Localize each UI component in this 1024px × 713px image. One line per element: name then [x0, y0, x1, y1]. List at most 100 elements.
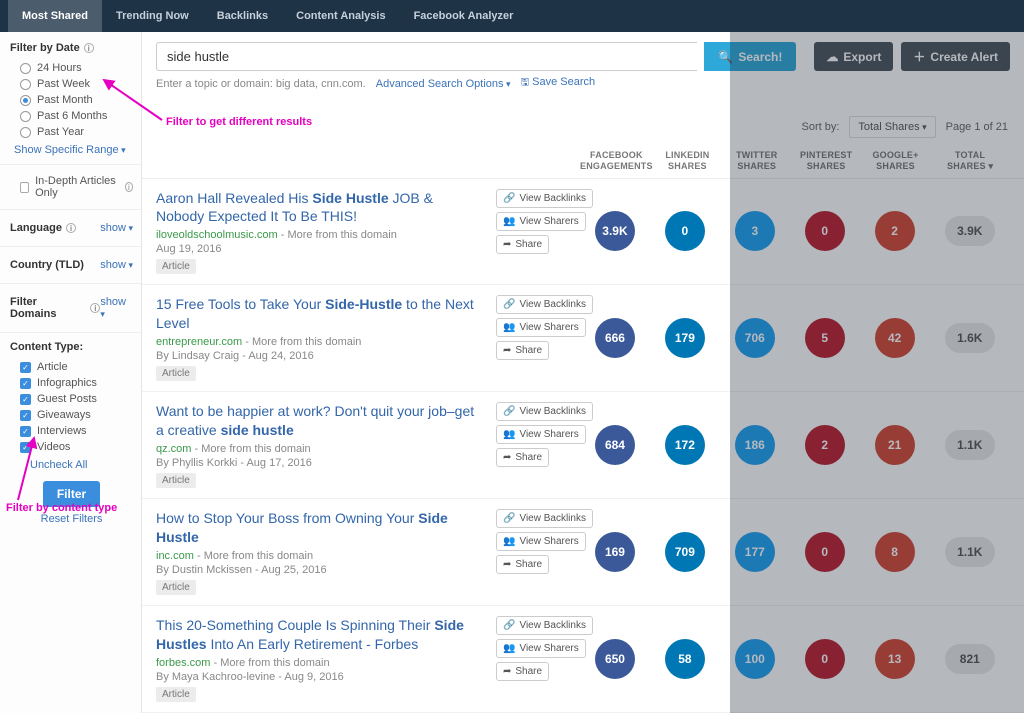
- save-search-link[interactable]: 🖫 Save Search: [521, 75, 596, 92]
- reset-filters[interactable]: Reset Filters: [10, 513, 133, 525]
- total-shares-pill: 1.1K: [945, 430, 995, 460]
- nav-tab-facebook-analyzer[interactable]: Facebook Analyzer: [400, 0, 528, 32]
- pinterest-bubble: 0: [805, 639, 845, 679]
- checkbox-icon: ✓: [20, 378, 31, 389]
- share-button[interactable]: ➦Share: [496, 555, 549, 574]
- share-button[interactable]: ➦Share: [496, 662, 549, 681]
- users-icon: 👥: [503, 536, 515, 547]
- sort-row: Sort by: Total Shares Page 1 of 21: [142, 98, 1024, 144]
- pinterest-bubble: 0: [805, 532, 845, 572]
- view-sharers-button[interactable]: 👥View Sharers: [496, 425, 586, 444]
- facebook-bubble: 666: [595, 318, 635, 358]
- advanced-search-link[interactable]: Advanced Search Options: [376, 78, 511, 90]
- in-depth-checkbox[interactable]: ✓ In-Depth Articles Only i: [10, 173, 133, 201]
- googleplus-bubble: 2: [875, 211, 915, 251]
- result-domain[interactable]: inc.com - More from this domain: [156, 550, 484, 562]
- result-title[interactable]: Aaron Hall Revealed His Side Hustle JOB …: [156, 189, 484, 227]
- result-title[interactable]: Want to be happier at work? Don't quit y…: [156, 402, 484, 440]
- total-shares-pill: 3.9K: [945, 216, 995, 246]
- checkbox-label: Giveaways: [37, 409, 91, 421]
- result-meta: By Lindsay Craig - Aug 24, 2016: [156, 350, 484, 362]
- content-type-videos[interactable]: ✓Videos: [10, 439, 133, 455]
- show-link[interactable]: show: [100, 222, 133, 234]
- result-domain[interactable]: iloveoldschoolmusic.com - More from this…: [156, 229, 484, 241]
- show-specific-range[interactable]: Show Specific Range: [10, 140, 133, 156]
- nav-tab-trending-now[interactable]: Trending Now: [102, 0, 203, 32]
- view-backlinks-button[interactable]: 🔗View Backlinks: [496, 295, 593, 314]
- filter-domains-row[interactable]: Filter Domainsi show: [10, 292, 133, 324]
- checkbox-icon: ✓: [20, 394, 31, 405]
- nav-tab-content-analysis[interactable]: Content Analysis: [282, 0, 399, 32]
- plus-icon: ＋: [913, 48, 925, 65]
- language-row[interactable]: Languagei show: [10, 218, 133, 238]
- sidebar: Filter by Datei 24 HoursPast WeekPast Mo…: [0, 32, 142, 713]
- view-backlinks-button[interactable]: 🔗View Backlinks: [496, 509, 593, 528]
- view-sharers-button[interactable]: 👥View Sharers: [496, 639, 586, 658]
- result-row: Aaron Hall Revealed His Side Hustle JOB …: [142, 179, 1024, 286]
- content-type-infographics[interactable]: ✓ Infographics: [10, 375, 133, 391]
- search-button[interactable]: 🔍Search!: [704, 42, 796, 71]
- facebook-bubble: 169: [595, 532, 635, 572]
- view-sharers-button[interactable]: 👥View Sharers: [496, 318, 586, 337]
- share-button[interactable]: ➦Share: [496, 341, 549, 360]
- result-title[interactable]: 15 Free Tools to Take Your Side-Hustle t…: [156, 295, 484, 333]
- col-header[interactable]: TOTALSHARES ▾: [930, 150, 1010, 172]
- show-link[interactable]: show: [100, 259, 133, 271]
- share-button[interactable]: ➦Share: [496, 235, 549, 254]
- facebook-bubble: 684: [595, 425, 635, 465]
- search-hints: Enter a topic or domain: big data, cnn.c…: [142, 75, 1024, 98]
- page-indicator: Page 1 of 21: [946, 121, 1008, 133]
- date-option-past-6-months[interactable]: Past 6 Months: [10, 108, 133, 124]
- chevron-down-icon: ▾: [988, 161, 993, 171]
- result-title[interactable]: This 20-Something Couple Is Spinning The…: [156, 616, 484, 654]
- filter-button[interactable]: Filter: [43, 481, 100, 507]
- nav-tab-most-shared[interactable]: Most Shared: [8, 0, 102, 32]
- save-icon: 🖫: [521, 77, 530, 88]
- result-title[interactable]: How to Stop Your Boss from Owning Your S…: [156, 509, 484, 547]
- radio-icon: [20, 95, 31, 106]
- users-icon: 👥: [503, 216, 515, 227]
- linkedin-bubble: 172: [665, 425, 705, 465]
- uncheck-all[interactable]: Uncheck All: [10, 455, 133, 471]
- content-type-guest-posts[interactable]: ✓Guest Posts: [10, 391, 133, 407]
- content-type-giveaways[interactable]: ✓Giveaways: [10, 407, 133, 423]
- checkbox-label: Article: [37, 361, 68, 373]
- country-row[interactable]: Country (TLD) show: [10, 255, 133, 275]
- result-domain[interactable]: qz.com - More from this domain: [156, 443, 484, 455]
- export-button[interactable]: ☁Export: [814, 42, 893, 71]
- search-input[interactable]: [156, 42, 697, 71]
- result-domain[interactable]: entrepreneur.com - More from this domain: [156, 336, 484, 348]
- view-sharers-button[interactable]: 👥View Sharers: [496, 212, 586, 231]
- share-button[interactable]: ➦Share: [496, 448, 549, 467]
- result-domain[interactable]: forbes.com - More from this domain: [156, 657, 484, 669]
- view-backlinks-button[interactable]: 🔗View Backlinks: [496, 402, 593, 421]
- checkbox-label: Infographics: [37, 377, 97, 389]
- sort-select[interactable]: Total Shares: [849, 116, 935, 138]
- date-option-24-hours[interactable]: 24 Hours: [10, 60, 133, 76]
- result-row: 15 Free Tools to Take Your Side-Hustle t…: [142, 285, 1024, 392]
- total-shares-pill: 1.6K: [945, 323, 995, 353]
- linkedin-bubble: 58: [665, 639, 705, 679]
- facebook-bubble: 3.9K: [595, 211, 635, 251]
- content-type-article[interactable]: ✓Article: [10, 359, 133, 375]
- view-backlinks-button[interactable]: 🔗View Backlinks: [496, 189, 593, 208]
- nav-tab-backlinks[interactable]: Backlinks: [203, 0, 282, 32]
- view-sharers-button[interactable]: 👥View Sharers: [496, 532, 586, 551]
- pinterest-bubble: 2: [805, 425, 845, 465]
- hint-text: Enter a topic or domain: big data, cnn.c…: [156, 78, 366, 90]
- share-icon: ➦: [503, 452, 511, 463]
- create-alert-button[interactable]: ＋Create Alert: [901, 42, 1010, 71]
- view-backlinks-button[interactable]: 🔗View Backlinks: [496, 616, 593, 635]
- in-depth-label: In-Depth Articles Only: [35, 175, 119, 199]
- share-icon: ➦: [503, 559, 511, 570]
- content-type-interviews[interactable]: ✓Interviews: [10, 423, 133, 439]
- show-link[interactable]: show: [100, 296, 133, 320]
- result-meta: By Dustin Mckissen - Aug 25, 2016: [156, 564, 484, 576]
- date-option-past-week[interactable]: Past Week: [10, 76, 133, 92]
- date-option-past-month[interactable]: Past Month: [10, 92, 133, 108]
- date-option-past-year[interactable]: Past Year: [10, 124, 133, 140]
- content-tag: Article: [156, 259, 196, 274]
- total-shares-pill: 1.1K: [945, 537, 995, 567]
- twitter-bubble: 3: [735, 211, 775, 251]
- link-icon: 🔗: [503, 193, 515, 204]
